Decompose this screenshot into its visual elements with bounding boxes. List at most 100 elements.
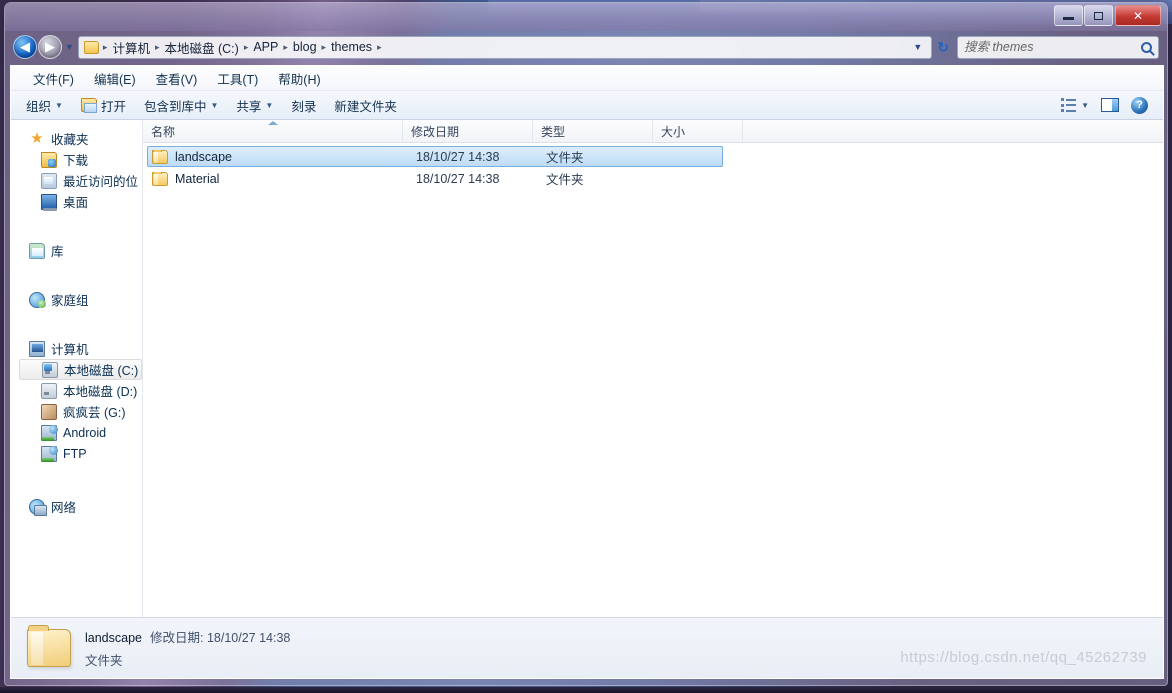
sidebar-item-computer[interactable]: 计算机: [11, 338, 142, 359]
star-icon: ★: [30, 129, 44, 147]
breadcrumb-blog[interactable]: blog: [290, 38, 320, 56]
custom-drive-icon: [41, 403, 57, 420]
sidebar-label: 家庭组: [51, 294, 89, 308]
search-input[interactable]: [964, 40, 1141, 54]
chevron-down-icon: ▼: [1081, 100, 1089, 110]
sidebar-item-libraries[interactable]: 库: [11, 240, 142, 261]
menu-help[interactable]: 帮助(H): [268, 66, 330, 91]
new-folder-button[interactable]: 新建文件夹: [325, 92, 406, 119]
breadcrumb-separator: ▸: [243, 41, 249, 52]
breadcrumb-themes[interactable]: themes: [328, 38, 375, 56]
menu-tools[interactable]: 工具(T): [207, 66, 268, 91]
breadcrumb-local-disk-c[interactable]: 本地磁盘 (C:): [162, 36, 242, 59]
sidebar-item-homegroup[interactable]: 家庭组: [11, 289, 142, 310]
folder-icon: [152, 171, 168, 186]
sidebar-label: 本地磁盘 (C:): [64, 364, 139, 378]
sidebar-item-recent-places[interactable]: 最近访问的位: [11, 170, 142, 191]
file-name: Material: [175, 171, 220, 186]
breadcrumb-separator: ▸: [154, 41, 160, 52]
include-library-label: 包含到库中: [143, 99, 207, 114]
change-view-button[interactable]: ▼: [1056, 95, 1094, 115]
history-dropdown-button[interactable]: ▼: [65, 42, 74, 52]
file-date-cell: 18/10/27 14:38: [416, 149, 500, 164]
column-header-size[interactable]: 大小: [653, 120, 743, 142]
nav-group-computer: 计算机 本地磁盘 (C:) 本地磁盘 (D:) 疯疯芸 (G:) Android…: [11, 338, 142, 464]
sidebar-item-ftp[interactable]: FTP: [11, 443, 142, 464]
menu-file[interactable]: 文件(F): [23, 66, 84, 91]
address-bar[interactable]: ▸ 计算机 ▸ 本地磁盘 (C:) ▸ APP ▸ blog ▸ themes …: [77, 35, 933, 59]
table-row[interactable]: Material 18/10/27 14:38 文件夹: [147, 168, 723, 189]
library-icon: [29, 242, 45, 259]
address-dropdown-icon[interactable]: ▼: [908, 42, 927, 52]
sidebar-label: 网络: [51, 501, 77, 515]
column-label: 类型: [541, 124, 566, 139]
menu-view[interactable]: 查看(V): [146, 66, 208, 91]
nav-group-favorites: ★ 收藏夹 下载 最近访问的位 桌面: [11, 128, 142, 212]
folder-icon: [152, 149, 168, 164]
back-button[interactable]: ◀: [13, 35, 37, 59]
details-primary-line: landscape 修改日期: 18/10/27 14:38: [85, 627, 290, 646]
sidebar-item-local-disk-d[interactable]: 本地磁盘 (D:): [11, 380, 142, 401]
recent-places-icon: [41, 172, 57, 189]
sidebar-item-downloads[interactable]: 下载: [11, 149, 142, 170]
sidebar-item-custom-drive-g[interactable]: 疯疯芸 (G:): [11, 401, 142, 422]
sidebar-label: 最近访问的位: [63, 175, 139, 189]
close-button[interactable]: ✕: [1115, 5, 1161, 26]
navigation-bar: ◀ ▶ ▼ ▸ 计算机 ▸ 本地磁盘 (C:) ▸ APP ▸ blog ▸ t…: [5, 31, 1167, 63]
desktop-icon: [41, 193, 57, 211]
body-split: ★ 收藏夹 下载 最近访问的位 桌面 库 家庭组 计算机 本地磁盘 (C:) 本…: [11, 120, 1163, 644]
minimize-button[interactable]: [1054, 5, 1083, 26]
sidebar-item-android[interactable]: Android: [11, 422, 142, 443]
share-button[interactable]: 共享 ▼: [227, 92, 282, 119]
breadcrumb-separator: ▸: [321, 41, 327, 52]
sidebar-item-desktop[interactable]: 桌面: [11, 191, 142, 212]
organize-label: 组织: [26, 99, 52, 114]
back-arrow-icon: ◀: [20, 39, 30, 54]
homegroup-icon: [29, 291, 46, 308]
refresh-button[interactable]: ↻: [932, 39, 953, 56]
search-box[interactable]: [957, 35, 1159, 59]
sidebar-item-favorites[interactable]: ★ 收藏夹: [11, 128, 142, 149]
network-drive-icon: [41, 445, 58, 462]
forward-arrow-icon: ▶: [45, 39, 55, 54]
preview-pane-button[interactable]: [1096, 95, 1124, 115]
help-button[interactable]: ?: [1126, 94, 1153, 117]
sidebar-item-local-disk-c[interactable]: 本地磁盘 (C:): [19, 359, 142, 380]
breadcrumb-separator: ▸: [377, 41, 382, 52]
column-label: 修改日期: [411, 124, 460, 139]
watermark: https://blog.csdn.net/qq_45262739: [900, 649, 1147, 666]
sidebar-label: 疯疯芸 (G:): [63, 406, 126, 420]
column-header-date[interactable]: 修改日期: [403, 120, 533, 142]
toolbar: 组织 ▼ 打开 包含到库中 ▼ 共享 ▼ 刻录 新建文件夹 ▼ ?: [11, 91, 1163, 120]
burn-button[interactable]: 刻录: [282, 92, 325, 119]
open-folder-icon: [80, 98, 97, 113]
sidebar-label: 本地磁盘 (D:): [63, 385, 138, 399]
maximize-button[interactable]: [1084, 5, 1113, 26]
details-pane: landscape 修改日期: 18/10/27 14:38 文件夹 https…: [11, 617, 1163, 678]
computer-icon: [29, 340, 45, 357]
column-header-name[interactable]: 名称: [143, 120, 403, 142]
system-drive-icon: [42, 361, 58, 378]
breadcrumb-computer[interactable]: 计算机: [109, 36, 153, 59]
sidebar-item-network[interactable]: 网络: [11, 496, 142, 517]
breadcrumb-separator: ▸: [283, 41, 288, 52]
forward-button[interactable]: ▶: [38, 35, 62, 59]
organize-button[interactable]: 组织 ▼: [17, 92, 72, 119]
open-button[interactable]: 打开: [72, 92, 135, 119]
sidebar-label: 库: [51, 245, 64, 259]
details-type: 文件夹: [85, 654, 123, 668]
navigation-pane[interactable]: ★ 收藏夹 下载 最近访问的位 桌面 库 家庭组 计算机 本地磁盘 (C:) 本…: [11, 120, 143, 644]
file-list[interactable]: landscape 18/10/27 14:38 文件夹 Material 18…: [143, 143, 1163, 644]
menu-bar: 文件(F) 编辑(E) 查看(V) 工具(T) 帮助(H): [11, 66, 1163, 91]
preview-pane-icon: [1101, 98, 1119, 112]
help-icon: ?: [1131, 96, 1148, 114]
include-in-library-button[interactable]: 包含到库中 ▼: [135, 92, 227, 119]
column-header-type[interactable]: 类型: [533, 120, 653, 142]
breadcrumb-app[interactable]: APP: [250, 38, 281, 56]
toolbar-right-group: ▼ ?: [1056, 94, 1157, 117]
table-row[interactable]: landscape 18/10/27 14:38 文件夹: [147, 146, 723, 167]
view-list-icon: [1061, 98, 1078, 112]
details-modified: 修改日期: 18/10/27 14:38: [150, 631, 291, 645]
sidebar-label: 下载: [63, 154, 89, 168]
menu-edit[interactable]: 编辑(E): [84, 66, 146, 91]
